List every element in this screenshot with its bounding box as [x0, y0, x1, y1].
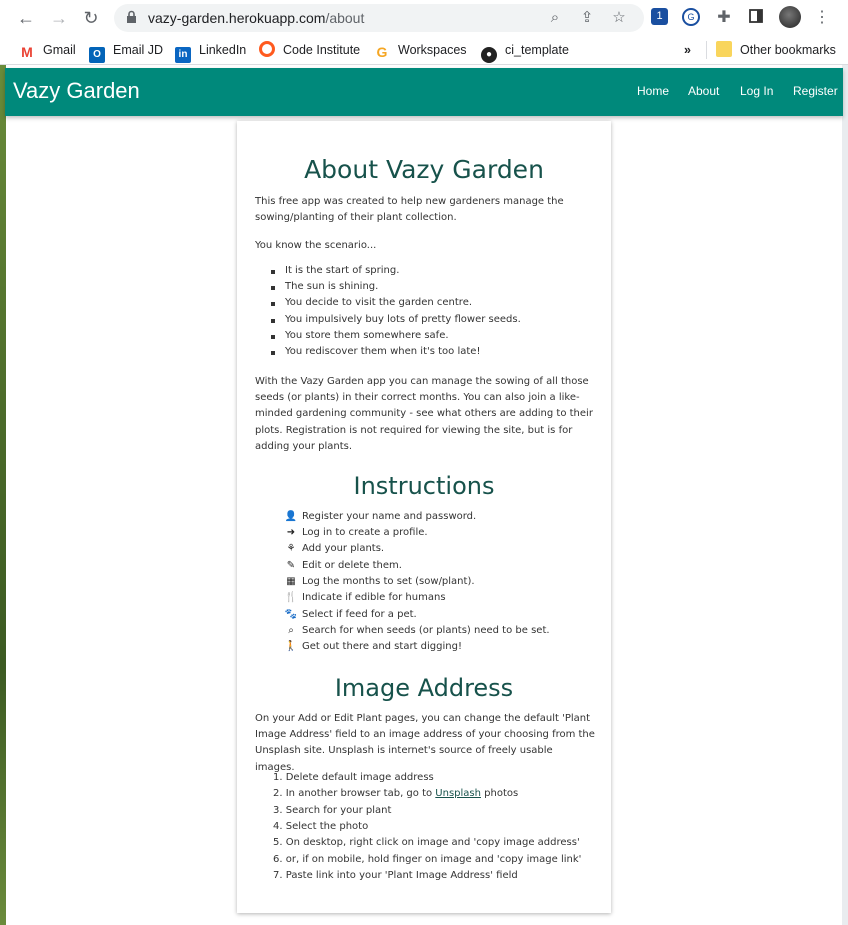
list-bullet: [271, 335, 275, 339]
nav-login-link[interactable]: Log In: [740, 84, 773, 98]
list-bullet: [271, 302, 275, 306]
list-bullet: [271, 319, 275, 323]
list-item: The sun is shining.: [285, 281, 379, 292]
about-heading: About Vazy Garden: [304, 155, 544, 184]
brand-logo-link[interactable]: Vazy Garden: [13, 78, 140, 104]
list-item: You impulsively buy lots of pretty flowe…: [285, 314, 521, 325]
github-icon: ●: [481, 47, 497, 63]
window-edge: [842, 64, 848, 925]
profile-avatar[interactable]: [779, 6, 801, 28]
browser-toolbar: ← → ↻ vazy-garden.herokuapp.com/about ⌕ …: [0, 0, 848, 36]
list-item: You decide to visit the garden centre.: [285, 297, 473, 308]
instruction-item: 🍴 Indicate if edible for humans: [284, 592, 446, 603]
bookmark-gmail[interactable]: M Gmail: [19, 41, 76, 60]
list-item: It is the start of spring.: [285, 265, 400, 276]
nav-about-link[interactable]: About: [688, 84, 719, 98]
list-bullet: [271, 286, 275, 290]
list-item: You store them somewhere safe.: [285, 330, 449, 341]
lock-icon: [127, 10, 136, 23]
nav-register-link[interactable]: Register: [793, 84, 838, 98]
search-icon: ⌕: [288, 625, 294, 636]
about-intro: This free app was created to help new ga…: [255, 196, 564, 224]
calendar-icon: ▦: [286, 576, 296, 587]
image-address-intro: On your Add or Edit Plant pages, you can…: [255, 713, 595, 773]
extension-badge-icon[interactable]: G: [682, 8, 700, 26]
list-item: 6. or, if on mobile, hold finger on imag…: [273, 854, 582, 865]
app-navbar: Vazy Garden Home About Log In Register: [5, 68, 843, 116]
instruction-item: ▦ Log the months to set (sow/plant).: [284, 576, 474, 587]
about-summary: With the Vazy Garden app you can manage …: [255, 376, 593, 452]
password-manager-icon[interactable]: 1: [651, 8, 668, 25]
bookmark-linkedin[interactable]: in LinkedIn: [175, 41, 246, 63]
instruction-item: ➜ Log in to create a profile.: [284, 527, 428, 538]
bookmarks-overflow-button[interactable]: »: [684, 41, 691, 59]
other-bookmarks[interactable]: Other bookmarks: [716, 41, 836, 59]
list-item: 5. On desktop, right click on image and …: [273, 837, 580, 848]
workspaces-icon: G: [376, 44, 388, 60]
bookmarks-bar: M Gmail O Email JD in LinkedIn Code Institu…: [0, 36, 848, 65]
desktop-background: [0, 64, 6, 925]
instructions-heading: Instructions: [353, 472, 495, 500]
list-bullet: [271, 270, 275, 274]
address-bar[interactable]: vazy-garden.herokuapp.com/about ⌕ ⇪ ☆: [114, 4, 644, 32]
list-item: 7. Paste link into your 'Plant Image Add…: [273, 870, 518, 881]
side-panel-icon[interactable]: [746, 8, 766, 28]
instruction-item: ✎ Edit or delete them.: [284, 560, 402, 571]
zoom-icon[interactable]: ⌕: [546, 9, 564, 27]
menu-dots-icon[interactable]: ⋮: [812, 8, 832, 28]
bookmark-workspaces[interactable]: G Workspaces: [374, 41, 467, 60]
extensions-puzzle-icon[interactable]: ✚: [714, 8, 734, 28]
forward-arrow-icon[interactable]: →: [47, 6, 71, 30]
list-item: 3. Search for your plant: [273, 805, 392, 816]
unsplash-link[interactable]: Unsplash: [435, 788, 481, 799]
url-text: vazy-garden.herokuapp.com/about: [148, 10, 365, 26]
gmail-icon: M: [21, 44, 33, 60]
instruction-item: ⚘ Add your plants.: [284, 543, 385, 554]
list-item: You rediscover them when it's too late!: [285, 346, 481, 357]
sign-in-icon: ➜: [286, 527, 296, 538]
hiking-icon: 🚶: [284, 641, 298, 652]
code-institute-icon: [259, 41, 275, 57]
outlook-icon: O: [89, 47, 105, 63]
paw-icon: 🐾: [284, 609, 298, 620]
bookmark-star-icon[interactable]: ☆: [610, 9, 628, 27]
user-edit-icon: 👤: [284, 511, 298, 522]
linkedin-icon: in: [175, 47, 191, 63]
bookmarks-divider: [706, 41, 707, 59]
seedling-icon: ⚘: [286, 543, 296, 554]
bookmark-ci-template[interactable]: ● ci_template: [481, 41, 569, 63]
list-item: 1. Delete default image address: [273, 772, 434, 783]
image-address-heading: Image Address: [334, 674, 514, 702]
nav-home-link[interactable]: Home: [637, 84, 669, 98]
pencil-icon: ✎: [286, 560, 296, 571]
scenario-label: You know the scenario...: [255, 240, 377, 251]
instruction-item: 👤 Register your name and password.: [284, 511, 477, 522]
instruction-item: ⌕ Search for when seeds (or plants) need …: [284, 625, 549, 636]
instruction-item: 🐾 Select if feed for a pet.: [284, 609, 417, 620]
utensils-icon: 🍴: [284, 592, 298, 603]
bookmark-code-institute[interactable]: Code Institute: [259, 41, 360, 59]
reload-icon[interactable]: ↻: [79, 6, 103, 30]
list-bullet: [271, 351, 275, 355]
bookmark-email-jd[interactable]: O Email JD: [89, 41, 163, 63]
back-arrow-icon[interactable]: ←: [14, 6, 38, 30]
instruction-item: 🚶 Get out there and start digging!: [284, 641, 462, 652]
share-icon[interactable]: ⇪: [578, 9, 596, 27]
list-item: 2. In another browser tab, go to Unsplas…: [273, 788, 519, 799]
about-card: About Vazy Garden This free app was crea…: [237, 121, 611, 913]
folder-icon: [716, 41, 732, 57]
list-item: 4. Select the photo: [273, 821, 369, 832]
